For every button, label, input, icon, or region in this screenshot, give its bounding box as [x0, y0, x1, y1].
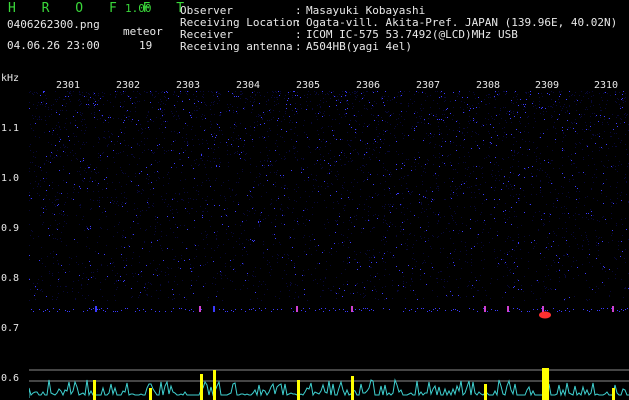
antenna-label: Receiving antenna	[180, 40, 293, 53]
y-tick-label: 0.6	[1, 373, 20, 384]
y-tick-label: 1.1	[1, 123, 20, 134]
file-name: 0406262300.png	[7, 18, 100, 31]
meteor-bar	[297, 380, 300, 400]
y-tick-label: 0.7	[1, 323, 20, 334]
meteor-bar	[200, 374, 203, 400]
meteor-bar	[542, 368, 549, 400]
x-tick-label: 2307	[416, 80, 441, 91]
antenna-colon: :	[295, 40, 302, 53]
y-tick-label: 0.9	[1, 223, 20, 234]
meteor-bar	[484, 384, 487, 400]
echo-blip	[351, 306, 353, 312]
meteor-count: 19	[139, 39, 153, 52]
x-tick-label: 2302	[116, 80, 141, 91]
y-tick-label: 1.0	[1, 173, 20, 184]
antenna-value: A504HB(yagi 4el)	[306, 40, 412, 53]
echo-blip	[199, 306, 201, 312]
meteor-bar	[93, 380, 96, 400]
spectrogram	[29, 91, 629, 400]
app-brand: H R O F F T	[8, 1, 194, 16]
hrofft-window: H R O F F T 1.00 0406262300.png meteor 0…	[0, 0, 629, 400]
app-version: 1.00	[125, 2, 152, 15]
echo-blip	[213, 306, 215, 312]
meteor-bar	[213, 370, 216, 400]
meteor-label: meteor	[123, 25, 163, 38]
x-tick-label: 2304	[236, 80, 261, 91]
x-tick-label: 2303	[176, 80, 201, 91]
x-tick-label: 2308	[476, 80, 501, 91]
y-tick-label: 0.8	[1, 273, 20, 284]
x-tick-label: 2310	[594, 80, 619, 91]
echo-blip	[296, 306, 298, 312]
x-tick-label: 2305	[296, 80, 321, 91]
x-tick-label: 2306	[356, 80, 381, 91]
echo-blip	[484, 306, 486, 312]
meteor-bar	[351, 376, 354, 400]
echo-blip	[542, 306, 544, 312]
echo-blip	[612, 306, 614, 312]
echo-blip	[95, 306, 97, 312]
date-time: 04.06.26 23:00	[7, 39, 100, 52]
x-tick-label: 2309	[535, 80, 560, 91]
x-tick-label: 2301	[56, 80, 81, 91]
meteor-bar	[612, 388, 615, 400]
echo-blip	[507, 306, 509, 312]
echo-hotspot	[539, 311, 551, 319]
axis-unit-label: kHz	[1, 73, 20, 84]
meteor-bar	[149, 388, 152, 400]
